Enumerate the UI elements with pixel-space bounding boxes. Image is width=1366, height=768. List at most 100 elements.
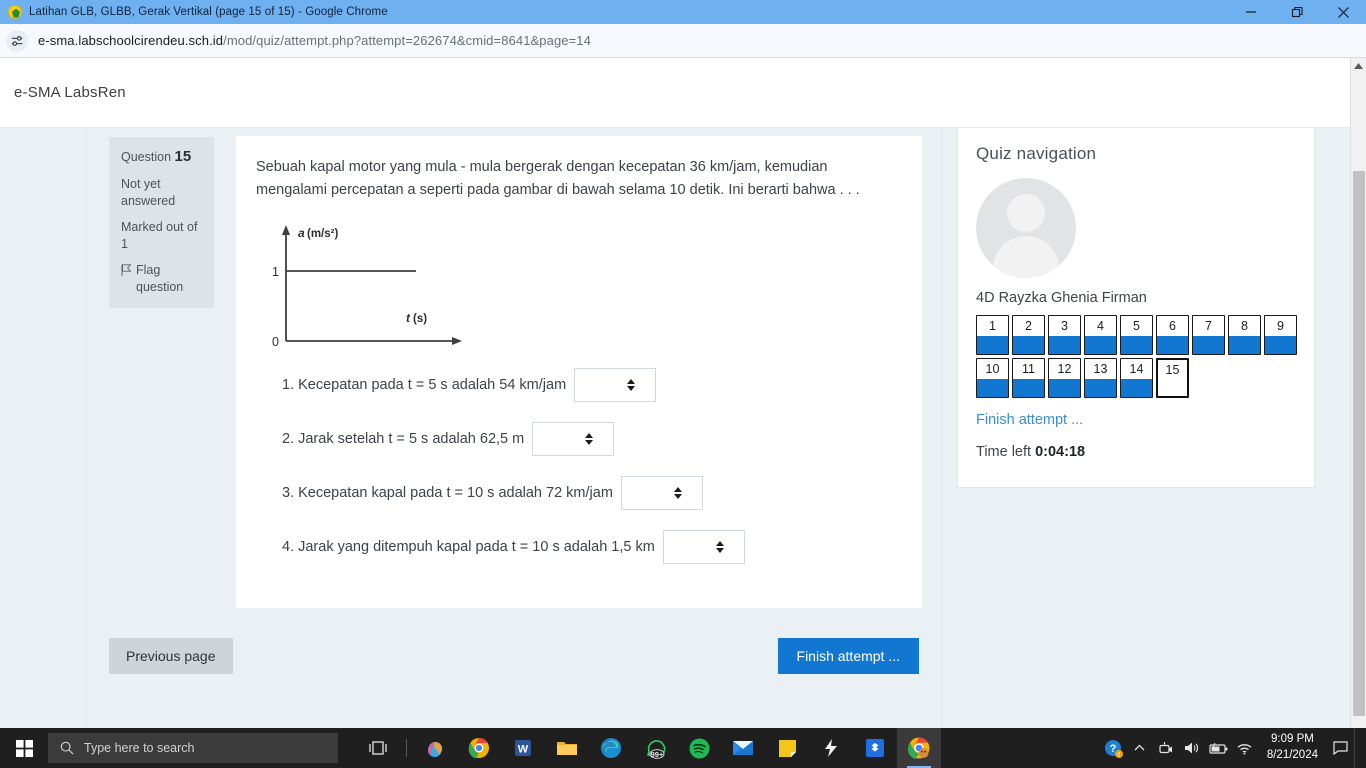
vertical-scrollbar[interactable] [1350, 58, 1366, 740]
question-nav-7[interactable]: 7 [1192, 315, 1225, 355]
lightning-icon[interactable] [809, 728, 853, 768]
question-nav-11[interactable]: 11 [1012, 358, 1045, 398]
question-nav-8[interactable]: 8 [1228, 315, 1261, 355]
chrome-icon[interactable] [457, 728, 501, 768]
page-viewport: e-SMA LabsRen Question 15 Not yet answer… [0, 58, 1366, 768]
site-name[interactable]: e-SMA LabsRen [14, 84, 126, 101]
user-name: 4D Rayzka Ghenia Firman [976, 290, 1147, 306]
answer-label: 4. Jarak yang ditempuh kapal pada t = 10… [282, 538, 655, 555]
webcam-icon[interactable] [1154, 728, 1178, 768]
word-icon[interactable]: W [501, 728, 545, 768]
question-nav-9[interactable]: 9 [1264, 315, 1297, 355]
help-notification-icon[interactable]: ? ! [1101, 728, 1126, 768]
chevron-updown-icon [715, 540, 724, 553]
copilot-icon[interactable] [413, 728, 457, 768]
answer-select-4[interactable] [662, 529, 745, 564]
chart-xlabel: t [406, 311, 411, 325]
question-state: Not yet answered [121, 177, 176, 209]
question-nav-number: 15 [1165, 363, 1180, 377]
scroll-up-arrow-icon[interactable] [1351, 58, 1366, 75]
question-nav-number: 2 [1025, 319, 1032, 333]
scrollbar-thumb[interactable] [1353, 171, 1365, 716]
question-nav-number: 10 [985, 362, 1000, 376]
dropbox-icon[interactable] [853, 728, 897, 768]
system-tray: ? ! 9:09 PM 8/21/2024 [1101, 728, 1366, 768]
chart-ytick-1: 1 [272, 265, 279, 279]
show-desktop-button[interactable] [1354, 728, 1364, 768]
question-nav-4[interactable]: 4 [1084, 315, 1117, 355]
answer-row: 3. Kecepatan kapal pada t = 10 s adalah … [256, 475, 898, 510]
question-nav-5[interactable]: 5 [1120, 315, 1153, 355]
question-nav-12[interactable]: 12 [1048, 358, 1081, 398]
acceleration-time-chart: a (m/s²) 1 0 t (s) [258, 219, 898, 354]
close-button[interactable] [1320, 0, 1366, 24]
answer-select-2[interactable] [532, 421, 615, 456]
question-nav-10[interactable]: 10 [976, 358, 1009, 398]
page-body: Question 15 Not yet answered Marked out … [0, 128, 1350, 768]
svg-text:(s): (s) [413, 313, 427, 325]
answer-select-1[interactable] [574, 367, 657, 402]
minimize-button[interactable] [1228, 0, 1274, 24]
task-view-icon[interactable] [356, 728, 400, 768]
question-marks: Marked out of 1 [121, 220, 198, 251]
mail-icon[interactable] [721, 728, 765, 768]
finish-attempt-link[interactable]: Finish attempt ... [976, 412, 1296, 428]
chevron-updown-icon [627, 378, 636, 391]
file-explorer-icon[interactable] [545, 728, 589, 768]
whatsapp-icon[interactable]: 99+ [633, 728, 677, 768]
volume-icon[interactable] [1180, 728, 1204, 768]
answered-bar [1121, 379, 1152, 397]
flag-question-button[interactable]: Flag question [121, 262, 204, 296]
browser-toolbar: e-sma.labschoolcirendeu.sch.id/mod/quiz/… [0, 24, 1366, 58]
answer-row: 4. Jarak yang ditempuh kapal pada t = 10… [256, 529, 898, 564]
battery-icon[interactable] [1206, 728, 1231, 768]
question-content: Sebuah kapal motor yang mula - mula berg… [236, 136, 922, 608]
edge-icon[interactable] [589, 728, 633, 768]
answered-bar [1157, 336, 1188, 354]
question-text: Sebuah kapal motor yang mula - mula berg… [256, 159, 860, 199]
wifi-icon[interactable] [1233, 728, 1257, 768]
browser-tab-title[interactable]: Latihan GLB, GLBB, Gerak Vertikal (page … [29, 6, 388, 18]
previous-page-button[interactable]: Previous page [109, 637, 233, 674]
maximize-restore-button[interactable] [1274, 0, 1320, 24]
chart-origin-label: 0 [272, 335, 279, 349]
show-hidden-icons-chevron-icon[interactable] [1128, 728, 1152, 768]
answered-bar [1265, 336, 1296, 354]
chevron-updown-icon [673, 486, 682, 499]
chrome-active-icon[interactable] [897, 728, 941, 768]
clock[interactable]: 9:09 PM 8/21/2024 [1259, 728, 1326, 768]
svg-text:99+: 99+ [650, 750, 663, 759]
question-nav-3[interactable]: 3 [1048, 315, 1081, 355]
question-nav-2[interactable]: 2 [1012, 315, 1045, 355]
question-number-row: Question 15 [121, 147, 204, 167]
action-center-icon[interactable] [1328, 728, 1352, 768]
question-nav-13[interactable]: 13 [1084, 358, 1117, 398]
question-nav-number: 11 [1022, 362, 1035, 376]
search-input[interactable]: Type here to search [48, 733, 338, 763]
window-controls [1228, 0, 1366, 24]
question-nav-number: 14 [1129, 362, 1144, 376]
question-nav-6[interactable]: 6 [1156, 315, 1189, 355]
address-bar[interactable]: e-sma.labschoolcirendeu.sch.id/mod/quiz/… [38, 33, 591, 48]
time-left-value: 0:04:18 [1035, 444, 1086, 460]
answered-bar [1085, 379, 1116, 397]
finish-attempt-button[interactable]: Finish attempt ... [777, 637, 919, 674]
site-header: e-SMA LabsRen [0, 58, 1350, 128]
question-nav-14[interactable]: 14 [1120, 358, 1153, 398]
quiz-navigation-panel: Quiz navigation 4D Rayzka Ghenia Firman … [957, 128, 1315, 488]
question-nav-15[interactable]: 15 [1156, 358, 1189, 398]
svg-text:!: ! [1118, 752, 1120, 758]
sticky-notes-icon[interactable] [765, 728, 809, 768]
time-left: Time left 0:04:18 [976, 444, 1296, 460]
answered-bar [1229, 336, 1260, 354]
answered-bar [1049, 336, 1080, 354]
answer-select-3[interactable] [620, 475, 703, 510]
question-number-grid: 1 2 3 4 5 6 7 8 9 10 11 12 13 14 15 [976, 315, 1306, 398]
spotify-icon[interactable] [677, 728, 721, 768]
site-settings-icon[interactable] [6, 29, 28, 52]
question-nav-1[interactable]: 1 [976, 315, 1009, 355]
question-nav-number: 12 [1057, 362, 1072, 376]
answered-bar [977, 379, 1008, 397]
start-button[interactable] [0, 728, 48, 768]
quiz-nav-buttons: Previous page Finish attempt ... [87, 630, 941, 690]
